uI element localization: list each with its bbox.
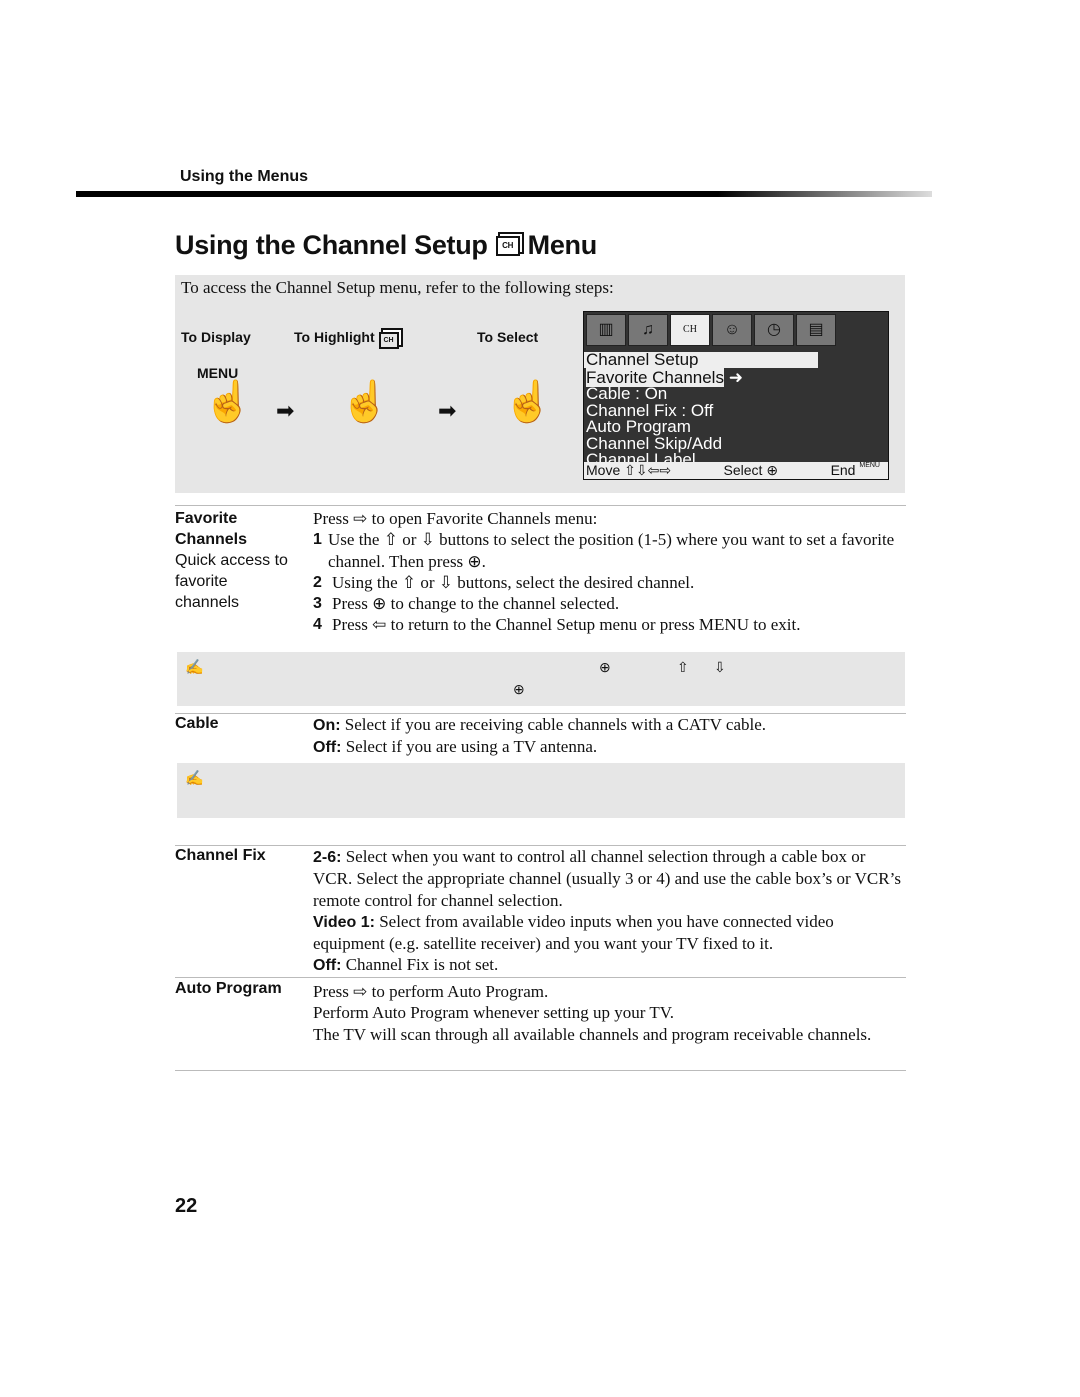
move-label: Move — [586, 462, 621, 478]
cable-term: Cable — [175, 715, 219, 732]
auto-line: Press ⇨ to perform Auto Program. — [313, 982, 549, 1001]
page-title: Using the Channel Setup CH Menu — [175, 230, 597, 261]
note-pencil-icon: ✍ — [185, 660, 204, 676]
up-arrow-icon: ⇧ — [677, 661, 689, 676]
auto-line: The TV will scan through all available c… — [313, 1024, 872, 1044]
title-end: Menu — [527, 230, 598, 260]
cable-on: On: Select if you are receiving cable ch… — [313, 714, 903, 736]
setup-icon: ▤ — [796, 314, 836, 346]
tv-menu-screen: ▥ ♫ CH ☺ ◷ ▤ Channel Setup Favorite Chan… — [583, 311, 889, 480]
select-label: Select — [723, 462, 763, 478]
favorite-step: 3 Press ⊕ to change to the channel select… — [313, 593, 903, 614]
favorite-subtext: Quick access to favorite channels — [175, 552, 288, 611]
step-text: Use the ⇧ or ⇩ buttons to select the pos… — [328, 530, 895, 571]
down-arrow-icon: ⇩ — [714, 661, 726, 676]
step-number: 1 — [313, 531, 322, 549]
channel-setup-icon: CH — [378, 332, 399, 349]
channel-fix-term: Channel Fix — [175, 847, 266, 864]
tv-menu-footer: Move ⇧⇩⇦⇨ Select ⊕ End MENU — [584, 462, 888, 479]
auto-program-term: Auto Program — [175, 980, 282, 997]
end-label: End — [830, 462, 856, 478]
divider — [175, 977, 906, 978]
page-number: 22 — [175, 1195, 198, 1217]
auto-line: Perform Auto Program whenever setting up… — [313, 1003, 675, 1023]
audio-icon: ♫ — [628, 314, 668, 346]
option-text: Select when you want to control all chan… — [313, 847, 901, 910]
step-number: 4 — [313, 616, 322, 634]
video-icon: ▥ — [586, 314, 626, 346]
option-label: 2-6: — [313, 849, 342, 866]
menu-button-icon: MENU — [859, 462, 880, 469]
off-label: Off: — [313, 739, 342, 757]
select-button-icon: ⊕ — [513, 683, 525, 698]
on-label: On: — [313, 717, 341, 734]
step-number: 3 — [313, 595, 322, 613]
divider — [175, 1070, 906, 1071]
tv-menu-icons: ▥ ♫ CH ☺ ◷ ▤ — [584, 312, 888, 348]
channel-fix-description: 2-6: Select when you want to control all… — [313, 846, 903, 977]
select-button-icon: ⊕ — [766, 462, 779, 478]
auto-program-description: Press ⇨ to perform Auto Program. Perform… — [313, 981, 903, 1045]
fix-option: Video 1: Select from available video inp… — [313, 911, 903, 955]
manual-page: Using the Menus Using the Channel Setup … — [0, 0, 1080, 1397]
step-text: Using the ⇧ or ⇩ buttons, select the des… — [332, 572, 695, 592]
option-label: Video 1: — [313, 913, 375, 931]
note-box: ✍ ⊕ ⇧ ⇩ ⊕ — [177, 652, 905, 706]
favorite-term: Favorite Channels — [175, 510, 248, 548]
note-pencil-icon: ✍ — [185, 771, 204, 787]
header-rule — [76, 191, 932, 197]
favorite-step: 1 Use the ⇧ or ⇩ buttons to select the po… — [313, 529, 903, 572]
off-text: Select if you are using a TV antenna. — [341, 737, 598, 757]
fix-option: Off: Channel Fix is not set. — [313, 954, 903, 976]
step-highlight-text: To Highlight — [294, 329, 375, 345]
step-text: Press ⊕ to change to the channel selecte… — [332, 594, 620, 614]
timer-icon: ◷ — [754, 314, 794, 346]
footer-select: Select ⊕ — [724, 462, 779, 479]
parent-icon: ☺ — [712, 314, 752, 346]
favorite-step: 2 Using the ⇧ or ⇩ buttons, select the de… — [313, 572, 903, 593]
step-highlight-label: To Highlight CH — [294, 329, 399, 349]
hand-press-icon: ☝ — [340, 379, 390, 424]
cable-off: Off: Select if you are using a TV antenn… — [313, 736, 903, 758]
fix-option: 2-6: Select when you want to control all… — [313, 846, 903, 911]
option-text: Channel Fix is not set. — [341, 955, 499, 975]
step-number: 2 — [313, 573, 322, 591]
channel-icon: CH — [670, 314, 710, 346]
favorite-lead: Press ⇨ to open Favorite Channels menu: — [313, 509, 598, 528]
step-select-label: To Select — [477, 329, 539, 345]
hand-press-icon: ☝ — [203, 379, 253, 424]
step-text: Press ⇦ to return to the Channel Setup m… — [332, 615, 801, 635]
cable-description: On: Select if you are receiving cable ch… — [313, 714, 903, 759]
hand-press-icon: ☝ — [503, 379, 553, 424]
option-text: Select from available video inputs when … — [313, 911, 834, 954]
intro-text: To access the Channel Setup menu, refer … — [181, 278, 614, 297]
arrow-right-icon: ➡ — [438, 398, 457, 423]
on-text: Select if you are receiving cable channe… — [340, 715, 767, 734]
arrow-right-icon: ➡ — [276, 398, 295, 423]
select-button-icon: ⊕ — [599, 661, 611, 676]
footer-move: Move ⇧⇩⇦⇨ — [586, 462, 671, 479]
title-text: Using the Channel Setup — [175, 230, 488, 260]
footer-end: End MENU — [831, 462, 880, 479]
arrow-keys-icon: ⇧⇩⇦⇨ — [624, 462, 672, 478]
tv-menu-heading: Channel Setup — [584, 351, 818, 369]
option-label: Off: — [313, 957, 342, 975]
step-display-label: To Display — [181, 329, 251, 345]
favorite-step: 4 Press ⇦ to return to the Channel Setup … — [313, 614, 903, 635]
section-header: Using the Menus — [180, 168, 309, 185]
channel-setup-icon: CH — [495, 235, 520, 256]
note-box: ✍ — [177, 763, 905, 818]
favorite-description: Press ⇨ to open Favorite Channels menu: … — [313, 508, 903, 636]
divider — [175, 505, 906, 506]
